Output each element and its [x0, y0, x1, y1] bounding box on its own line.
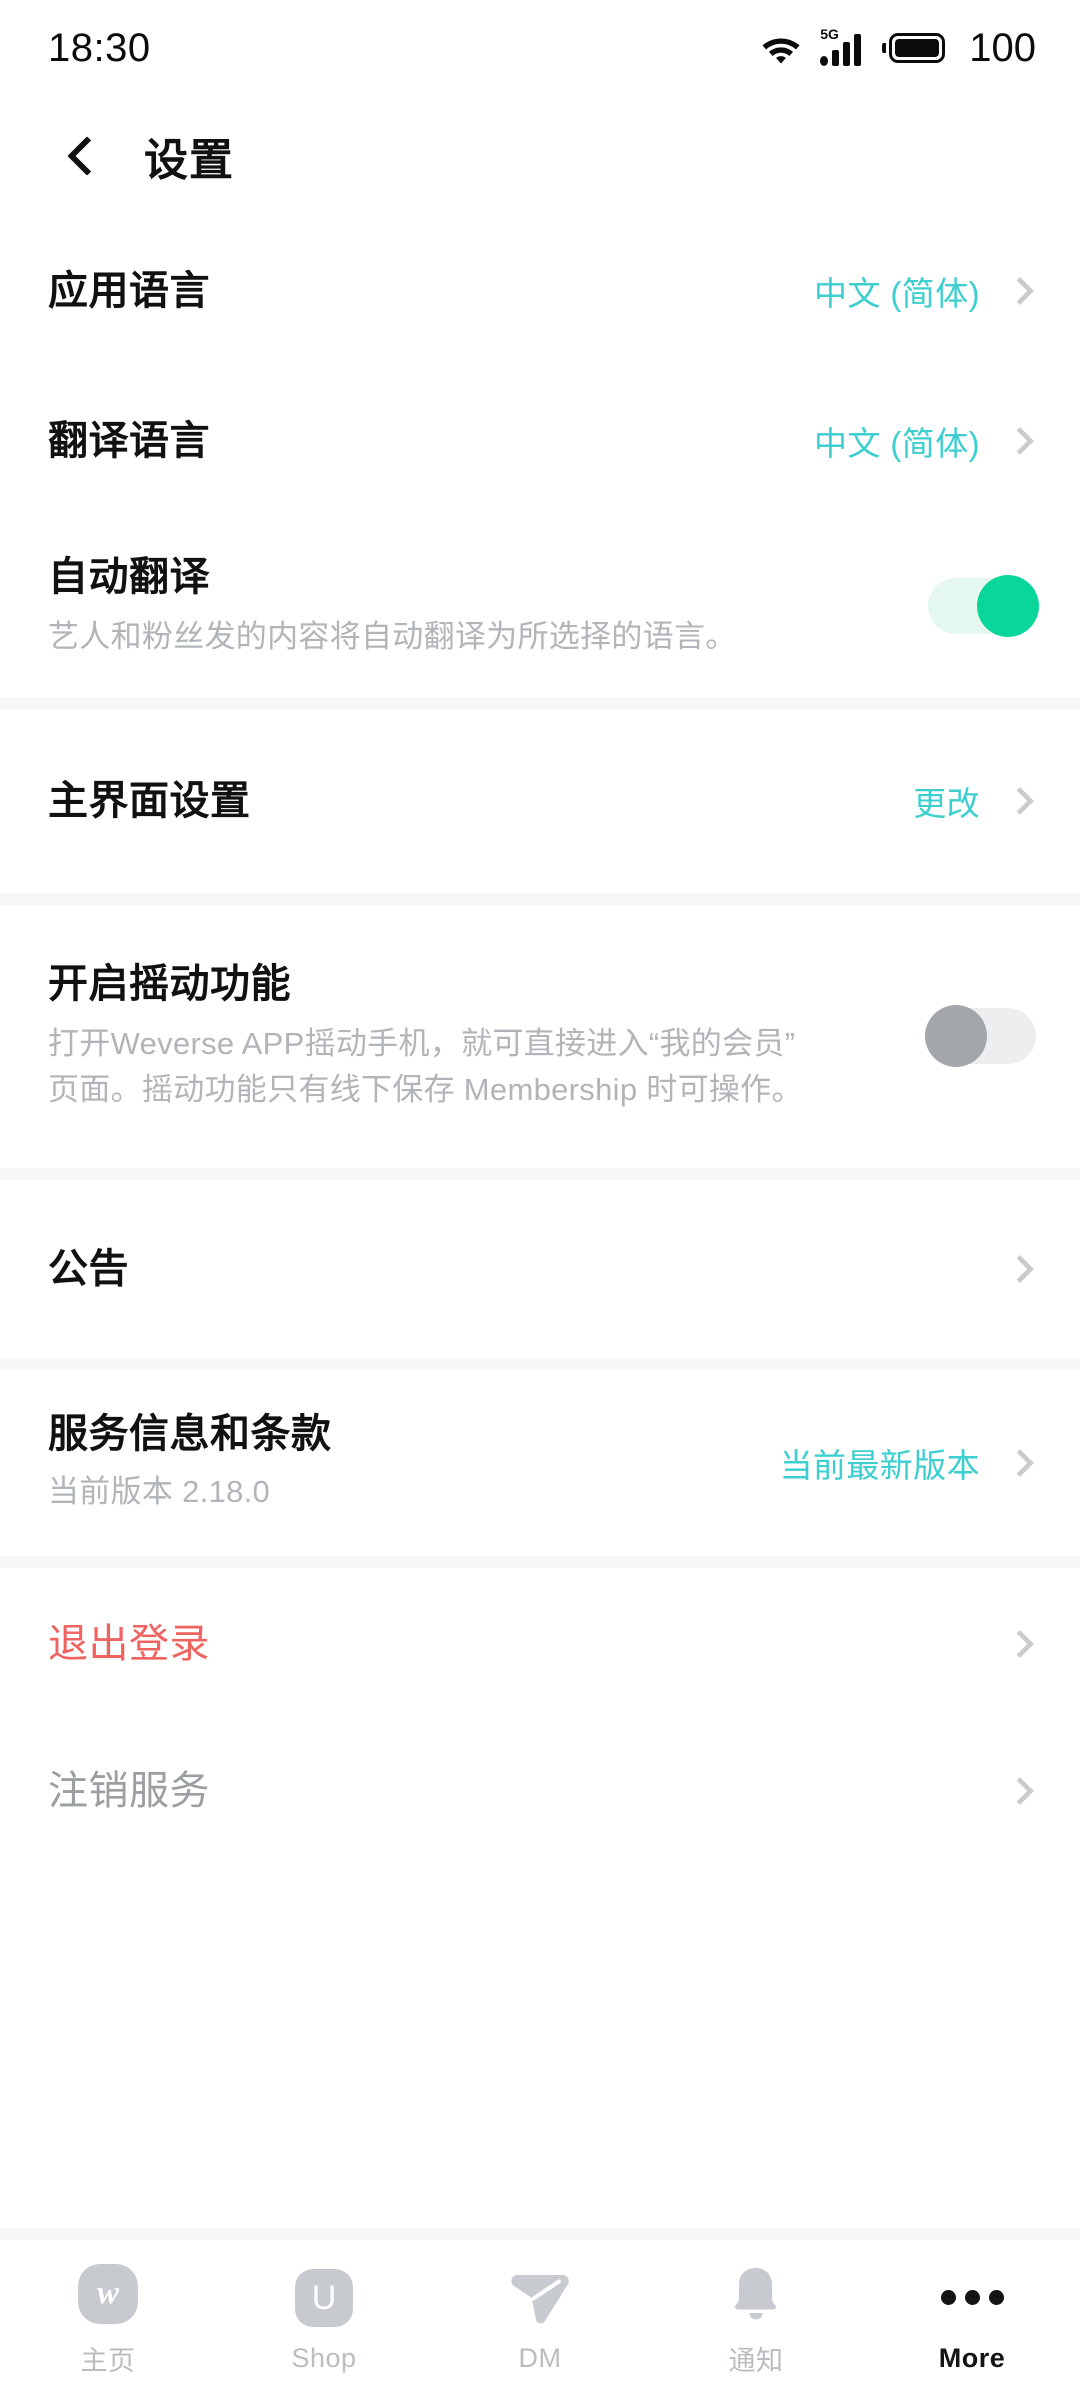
nav-divider: [0, 2228, 1080, 2240]
row-app-language-title: 应用语言: [48, 269, 210, 313]
nav-item-shop-label: Shop: [291, 2342, 357, 2373]
status-bar: 18:30 5G 100: [0, 0, 1080, 96]
chevron-right-icon: [1005, 1448, 1035, 1477]
page-title: 设置: [144, 136, 234, 185]
row-main-ui-settings-title: 主界面设置: [48, 778, 251, 823]
row-auto-translate-description: 艺人和粉丝发的内容将自动翻译为所选择的语言。: [48, 619, 737, 654]
row-service-terms-value: 当前最新版本: [779, 1446, 980, 1484]
weverse-home-icon: w: [78, 2263, 138, 2325]
nav-item-more-label: More: [938, 2342, 1006, 2373]
row-translate-language-value: 中文 (简体): [814, 425, 980, 462]
status-bar-indicators: 5G 100: [760, 26, 1036, 71]
status-bar-clock: 18:30: [48, 25, 151, 70]
paper-plane-icon: [509, 2267, 571, 2329]
row-main-ui-settings[interactable]: 主界面设置 更改: [0, 708, 1080, 893]
chevron-right-icon: [1005, 426, 1035, 456]
chevron-right-icon: [1005, 1776, 1035, 1805]
section-divider: [0, 892, 1080, 905]
row-shake-feature-title: 开启摇动功能: [48, 961, 291, 1006]
nav-item-notifications[interactable]: 通知: [648, 2263, 864, 2378]
section-divider: [0, 696, 1080, 709]
bottom-navigation-wrapper: w 主页 U Shop DM 通知 More: [0, 2228, 1080, 2400]
settings-screen: 18:30 5G 100 设置 应用语言 中文 (简体) 翻译语言 中文 (简体…: [0, 0, 1080, 2400]
chevron-left-icon: [67, 136, 107, 176]
row-logout[interactable]: 退出登录: [0, 1567, 1080, 1720]
back-button[interactable]: [48, 120, 120, 192]
chevron-right-icon: [1005, 276, 1035, 306]
row-logout-title: 退出登录: [48, 1621, 210, 1666]
bell-icon: [727, 2263, 785, 2325]
chevron-right-icon: [1005, 1629, 1035, 1658]
nav-item-dm[interactable]: DM: [432, 2267, 648, 2374]
network-type-label: 5G: [820, 26, 839, 42]
row-service-terms-version: 当前版本 2.18.0: [48, 1474, 271, 1510]
row-app-language-value: 中文 (简体): [814, 275, 980, 312]
row-withdraw-service-title: 注销服务: [48, 1768, 210, 1813]
bottom-navigation: w 主页 U Shop DM 通知 More: [0, 2240, 1080, 2400]
signal-5g-icon: 5G: [820, 26, 864, 66]
row-auto-translate-title: 自动翻译: [48, 555, 210, 599]
nav-item-dm-label: DM: [518, 2342, 562, 2373]
nav-item-notifications-label: 通知: [728, 2345, 784, 2376]
nav-item-home-label: 主页: [80, 2345, 136, 2376]
wifi-icon: [762, 38, 800, 64]
ellipsis-icon: [940, 2267, 1004, 2329]
section-divider: [0, 1167, 1080, 1180]
shop-u-icon: U: [295, 2267, 353, 2329]
row-service-terms[interactable]: 服务信息和条款 当前版本 2.18.0 当前最新版本: [0, 1369, 1080, 1556]
row-main-ui-settings-value: 更改: [913, 784, 980, 822]
settings-list: 应用语言 中文 (简体) 翻译语言 中文 (简体) 自动翻译 艺人和粉丝发的内容…: [0, 216, 1080, 2228]
nav-item-home[interactable]: w 主页: [0, 2263, 216, 2378]
row-app-language[interactable]: 应用语言 中文 (简体): [0, 216, 1080, 366]
nav-item-shop[interactable]: U Shop: [216, 2267, 432, 2374]
row-withdraw-service[interactable]: 注销服务: [0, 1719, 1080, 1862]
row-translate-language[interactable]: 翻译语言 中文 (简体): [0, 366, 1080, 516]
row-notice-title: 公告: [48, 1246, 129, 1291]
battery-icon: [882, 33, 946, 63]
chevron-right-icon: [1005, 1254, 1035, 1283]
shake-feature-toggle[interactable]: [925, 1005, 1036, 1067]
chevron-right-icon: [1005, 786, 1035, 815]
row-notice[interactable]: 公告: [0, 1179, 1080, 1358]
row-translate-language-title: 翻译语言: [48, 419, 210, 463]
page-header: 设置: [0, 96, 1080, 216]
nav-item-more[interactable]: More: [864, 2267, 1080, 2374]
row-shake-feature-description: 打开Weverse APP摇动手机，就可直接进入“我的会员”页面。摇动功能只有线…: [48, 1025, 803, 1108]
row-auto-translate[interactable]: 自动翻译 艺人和粉丝发的内容将自动翻译为所选择的语言。: [0, 516, 1080, 697]
row-shake-feature[interactable]: 开启摇动功能 打开Weverse APP摇动手机，就可直接进入“我的会员”页面。…: [0, 904, 1080, 1168]
section-divider: [0, 1555, 1080, 1568]
row-service-terms-title: 服务信息和条款: [48, 1412, 332, 1457]
auto-translate-toggle[interactable]: [928, 575, 1039, 638]
battery-percent-label: 100: [969, 25, 1036, 70]
section-divider: [0, 1357, 1080, 1370]
